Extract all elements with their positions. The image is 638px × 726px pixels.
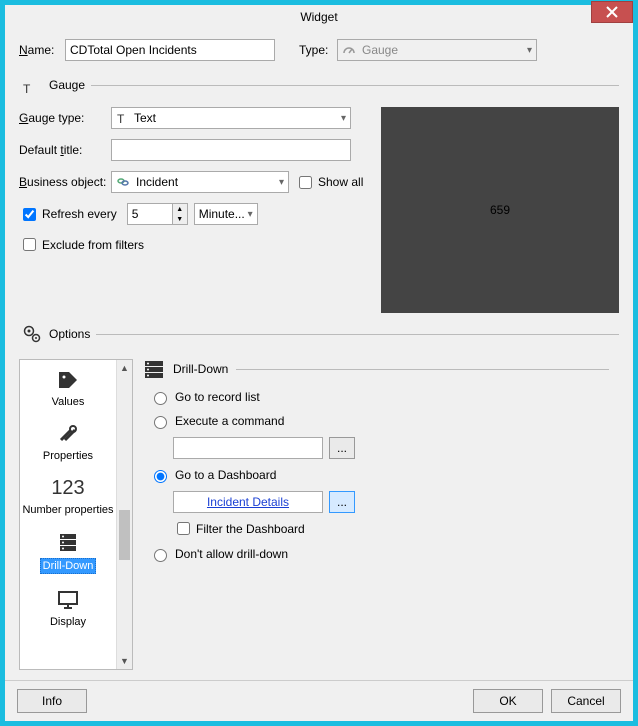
footer: Info OK Cancel (5, 680, 633, 721)
dashboard-browse-button[interactable]: ... (329, 491, 355, 513)
divider (236, 369, 609, 370)
titlebar: Widget (5, 5, 633, 29)
sidebar-item-drilldown[interactable]: Drill-Down (20, 522, 116, 580)
gauge-type-value: Text (134, 111, 156, 125)
radio-dont-allow[interactable] (154, 549, 167, 562)
ok-button[interactable]: OK (473, 689, 543, 713)
sidebar-item-label: Display (22, 616, 114, 628)
refresh-value-spinner[interactable]: ▲ ▼ (127, 203, 188, 225)
radio-go-dashboard[interactable] (154, 470, 167, 483)
widget-dialog: Widget Name: Type: Gauge ▾ T Gauge (4, 4, 634, 722)
gears-icon (19, 323, 45, 345)
radio-go-record-list[interactable] (154, 392, 167, 405)
type-label: Type: (299, 43, 337, 57)
gauge-preview: 659 (381, 107, 619, 313)
show-all-label: Show all (318, 175, 363, 189)
sidebar-scrollbar[interactable]: ▲ ▼ (116, 360, 132, 669)
refresh-unit-combo[interactable]: Minute... ▾ (194, 203, 258, 225)
refresh-checkbox[interactable] (23, 208, 36, 221)
sidebar-item-values[interactable]: Values (20, 360, 116, 414)
server-icon (143, 359, 165, 379)
go-record-list-label: Go to record list (175, 390, 260, 404)
close-button[interactable] (591, 1, 633, 23)
exclude-filters-label: Exclude from filters (42, 238, 144, 252)
radio-execute-command[interactable] (154, 416, 167, 429)
gauge-section-label: Gauge (49, 78, 85, 92)
filter-dashboard-label: Filter the Dashboard (196, 522, 305, 536)
options-section-header: Options (19, 323, 619, 345)
refresh-label: Refresh every (42, 207, 117, 221)
text-t-icon: T (19, 73, 45, 97)
refresh-value-input[interactable] (127, 203, 173, 225)
svg-text:T: T (117, 112, 125, 124)
sidebar-item-properties[interactable]: Properties (20, 414, 116, 468)
gauge-icon (342, 43, 356, 57)
type-value: Gauge (362, 43, 398, 57)
sidebar-item-display[interactable]: Display (20, 580, 116, 634)
gauge-form: Gauge type: T Text ▾ Default title: Busi… (19, 107, 371, 313)
scroll-down[interactable]: ▼ (117, 653, 132, 669)
scroll-up[interactable]: ▲ (117, 360, 132, 376)
header-row: Name: Type: Gauge ▾ (19, 39, 619, 61)
sidebar-item-label: Drill-Down (40, 558, 97, 574)
exclude-filters-checkbox[interactable] (23, 238, 36, 251)
chevron-down-icon: ▾ (248, 209, 253, 220)
options-body: Values Properties 123 Number properties (19, 359, 619, 670)
name-label: Name: (19, 43, 65, 57)
window-title: Widget (300, 10, 337, 24)
gauge-section-header: T Gauge (19, 73, 619, 97)
gauge-type-combo[interactable]: T Text ▾ (111, 107, 351, 129)
sidebar-item-label: Properties (22, 450, 114, 462)
number-icon: 123 (51, 477, 84, 500)
business-object-label: Business object: (19, 175, 111, 189)
dashboard-link[interactable]: Incident Details (207, 495, 289, 509)
tag-icon (22, 366, 114, 394)
info-button[interactable]: Info (17, 689, 87, 713)
spinner-down[interactable]: ▼ (173, 214, 187, 224)
refresh-unit-value: Minute... (199, 207, 245, 221)
command-input[interactable] (173, 437, 323, 459)
business-object-value: Incident (136, 175, 178, 189)
tools-icon (22, 420, 114, 448)
monitor-icon (22, 586, 114, 614)
gauge-body: Gauge type: T Text ▾ Default title: Busi… (19, 107, 619, 313)
execute-command-label: Execute a command (175, 414, 284, 428)
gauge-preview-value: 659 (490, 203, 510, 217)
divider (91, 85, 619, 86)
drilldown-heading: Drill-Down (173, 362, 228, 376)
spinner-up[interactable]: ▲ (173, 204, 187, 214)
go-dashboard-label: Go to a Dashboard (175, 468, 276, 482)
close-icon (606, 6, 618, 18)
link-icon (116, 176, 130, 188)
type-combo: Gauge ▾ (337, 39, 537, 61)
chevron-down-icon: ▾ (279, 177, 284, 188)
dashboard-link-box[interactable]: Incident Details (173, 491, 323, 513)
drilldown-panel: Drill-Down Go to record list Execute a c… (133, 359, 619, 670)
show-all-checkbox[interactable] (299, 176, 312, 189)
gauge-type-label: Gauge type: (19, 111, 111, 125)
content-area: Name: Type: Gauge ▾ T Gauge Gauge (5, 29, 633, 680)
sidebar-item-label: Number properties (22, 504, 114, 516)
options-sidebar: Values Properties 123 Number properties (19, 359, 133, 670)
business-object-combo[interactable]: Incident ▾ (111, 171, 289, 193)
chevron-down-icon: ▾ (527, 45, 532, 56)
scroll-thumb[interactable] (119, 510, 130, 560)
cancel-button[interactable]: Cancel (551, 689, 621, 713)
default-title-label: Default title: (19, 143, 111, 157)
sidebar-item-number-properties[interactable]: 123 Number properties (20, 468, 116, 522)
default-title-input[interactable] (111, 139, 351, 161)
svg-text:T: T (23, 82, 31, 96)
dont-allow-label: Don't allow drill-down (175, 547, 288, 561)
chevron-down-icon: ▾ (341, 113, 346, 124)
divider (96, 334, 619, 335)
options-section-label: Options (49, 327, 90, 341)
server-icon (22, 528, 114, 556)
sidebar-item-label: Values (22, 396, 114, 408)
drilldown-header: Drill-Down (143, 359, 609, 379)
text-t-small-icon: T (116, 112, 128, 124)
filter-dashboard-checkbox[interactable] (177, 522, 190, 535)
name-input[interactable] (65, 39, 275, 61)
command-browse-button[interactable]: ... (329, 437, 355, 459)
